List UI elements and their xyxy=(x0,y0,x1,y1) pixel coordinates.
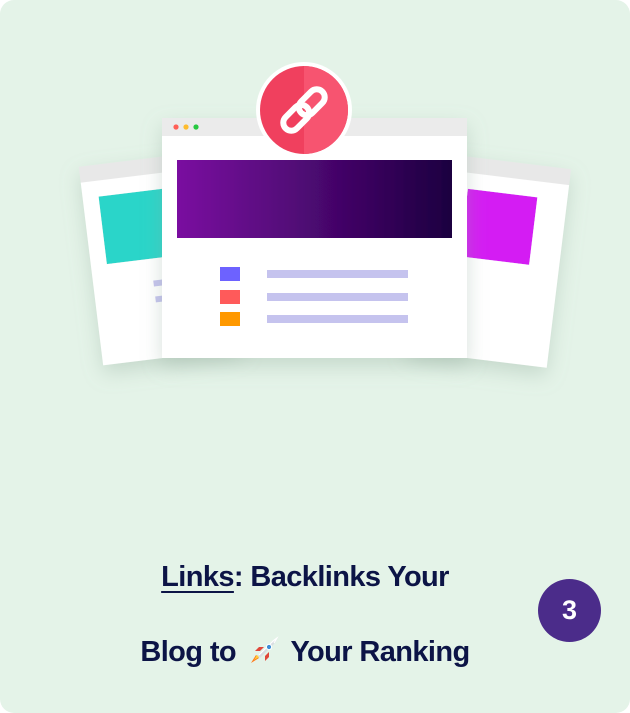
links-title-link[interactable]: Links xyxy=(161,561,234,593)
window-close-dot xyxy=(173,124,179,130)
window-minimize-dot xyxy=(183,124,189,130)
right-page-accent-block xyxy=(459,188,538,265)
hero-banner xyxy=(177,160,452,238)
title-line1-text: : Backlinks Your xyxy=(233,561,450,593)
list-bullet-3 xyxy=(220,312,240,326)
feature-card[interactable]: Links: Backlinks Your Blog to Your Ranki… xyxy=(0,0,630,713)
step-number-badge: 3 xyxy=(538,579,601,642)
list-line-1 xyxy=(267,270,408,278)
title-line2-start: Blog to xyxy=(140,636,237,668)
card-title-line-2: Blog to Your Ranking xyxy=(100,633,510,669)
list-bullet-1 xyxy=(220,267,240,281)
list-line-3 xyxy=(267,315,408,323)
chain-link-badge xyxy=(256,62,352,158)
window-maximize-dot xyxy=(193,124,199,130)
step-number: 3 xyxy=(561,595,578,625)
list-line-2 xyxy=(267,293,408,301)
backlinks-illustration xyxy=(78,62,572,368)
title-line2-end: Your Ranking xyxy=(290,636,470,668)
list-bullet-2 xyxy=(220,290,240,304)
card-title-line-1: Links: Backlinks Your xyxy=(100,561,510,594)
rocket-emoji-icon xyxy=(250,636,279,663)
